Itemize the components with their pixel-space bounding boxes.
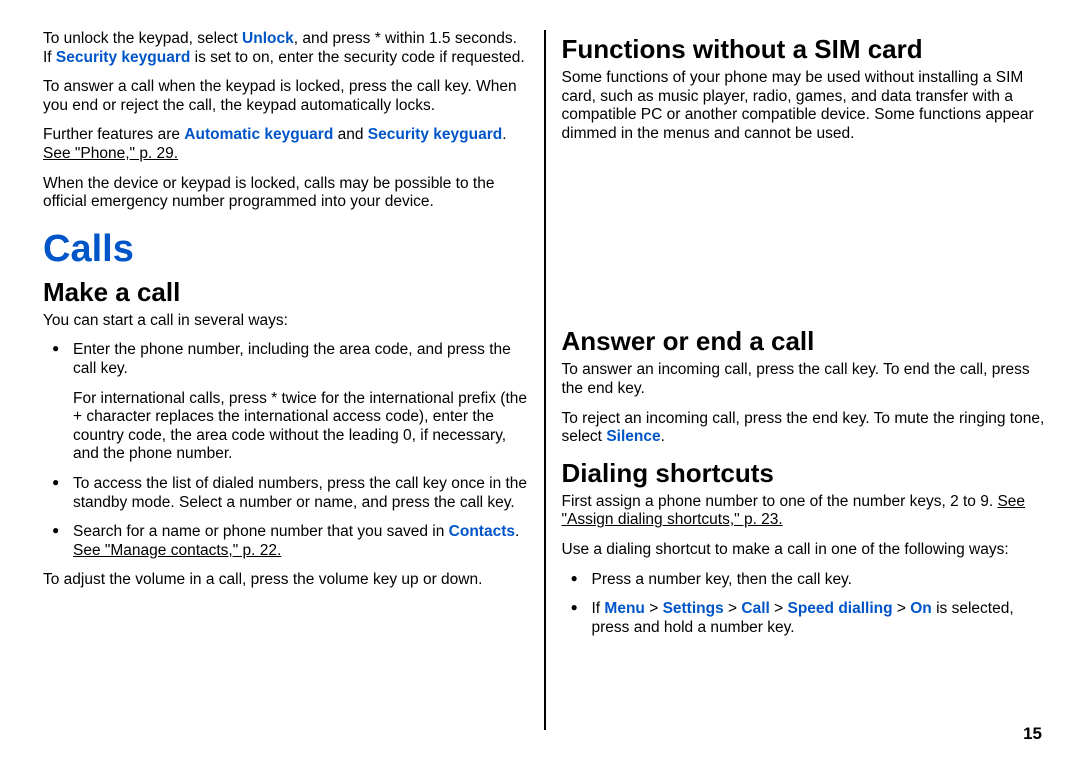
- page-number: 15: [1023, 724, 1042, 744]
- heading-calls: Calls: [43, 228, 528, 271]
- ui-term: Speed dialling: [788, 600, 893, 617]
- ui-term: Security keyguard: [56, 49, 190, 66]
- ui-term: Silence: [606, 428, 660, 445]
- cross-reference-link[interactable]: See "Manage contacts," p. 22.: [73, 542, 281, 559]
- list-item: Press a number key, then the call key.: [562, 571, 1047, 590]
- cross-reference-link[interactable]: See "Phone," p. 29.: [43, 145, 178, 162]
- ui-term: Contacts: [449, 523, 515, 540]
- section-gap: [562, 154, 1047, 196]
- ui-term: Security keyguard: [368, 126, 502, 143]
- ui-term: Unlock: [242, 30, 294, 47]
- section-gap: [562, 238, 1047, 280]
- list-item: Search for a name or phone number that y…: [43, 523, 528, 560]
- list-item: If Menu > Settings > Call > Speed dialli…: [562, 600, 1047, 637]
- paragraph: Use a dialing shortcut to make a call in…: [562, 541, 1047, 560]
- heading-make-a-call: Make a call: [43, 277, 528, 308]
- paragraph: To answer a call when the keypad is lock…: [43, 78, 528, 115]
- ui-term: On: [910, 600, 932, 617]
- paragraph: To adjust the volume in a call, press th…: [43, 571, 528, 590]
- paragraph: To reject an incoming call, press the en…: [562, 410, 1047, 447]
- section-gap: [562, 196, 1047, 238]
- list-item: To access the list of dialed numbers, pr…: [43, 475, 528, 512]
- ui-term: Settings: [663, 600, 724, 617]
- paragraph: Further features are Automatic keyguard …: [43, 126, 528, 163]
- list-item: Enter the phone number, including the ar…: [43, 341, 528, 378]
- bullet-list: To access the list of dialed numbers, pr…: [43, 475, 528, 560]
- ui-term: Automatic keyguard: [184, 126, 333, 143]
- page-content: To unlock the keypad, select Unlock, and…: [43, 30, 1046, 730]
- paragraph: Some functions of your phone may be used…: [562, 69, 1047, 143]
- paragraph: When the device or keypad is locked, cal…: [43, 175, 528, 212]
- paragraph: You can start a call in several ways:: [43, 312, 528, 331]
- list-item-sub: For international calls, press * twice f…: [43, 390, 528, 464]
- ui-term: Menu: [604, 600, 644, 617]
- paragraph: To answer an incoming call, press the ca…: [562, 361, 1047, 398]
- bullet-list: Enter the phone number, including the ar…: [43, 341, 528, 378]
- paragraph: First assign a phone number to one of th…: [562, 493, 1047, 530]
- ui-term: Call: [741, 600, 769, 617]
- heading-dialing-shortcuts: Dialing shortcuts: [562, 458, 1047, 489]
- paragraph: To unlock the keypad, select Unlock, and…: [43, 30, 528, 67]
- section-gap: [562, 280, 1047, 322]
- heading-answer-end-call: Answer or end a call: [562, 326, 1047, 357]
- heading-functions-without-sim: Functions without a SIM card: [562, 34, 1047, 65]
- bullet-list: Press a number key, then the call key. I…: [562, 571, 1047, 638]
